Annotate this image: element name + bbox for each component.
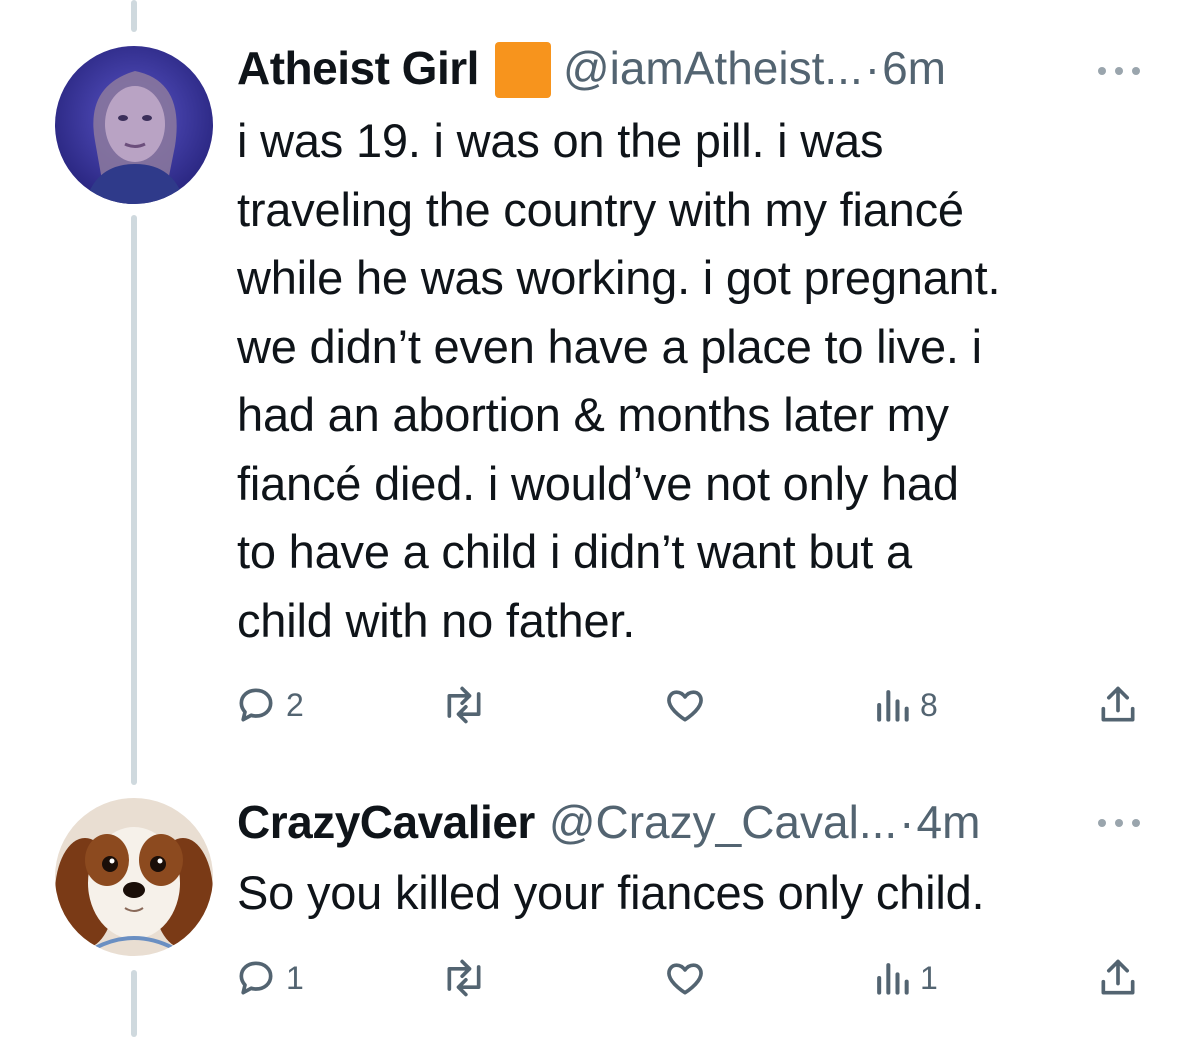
woman-portrait-avatar-icon bbox=[55, 46, 213, 204]
timestamp[interactable]: 6m bbox=[882, 41, 946, 95]
views-button[interactable]: 8 bbox=[872, 680, 938, 730]
view-count: 8 bbox=[920, 686, 938, 723]
tweet-text-line: to have a child i didn’t want but a bbox=[237, 525, 912, 578]
display-name[interactable]: Atheist Girl bbox=[237, 41, 479, 95]
user-handle[interactable]: @Crazy_Caval... bbox=[549, 795, 897, 849]
separator-dot: · bbox=[864, 42, 881, 94]
heart-icon bbox=[667, 963, 703, 995]
reply-count: 2 bbox=[286, 686, 304, 723]
share-icon bbox=[1101, 686, 1135, 722]
heart-icon bbox=[667, 690, 703, 722]
separator-dot: · bbox=[899, 796, 915, 848]
views-icon bbox=[877, 690, 909, 722]
share-button[interactable] bbox=[1096, 680, 1140, 730]
timestamp[interactable]: 4m bbox=[917, 795, 981, 849]
avatar[interactable] bbox=[55, 46, 213, 204]
tweet-text-line: traveling the country with my fiancé bbox=[237, 182, 964, 236]
tweet-text-line: we didn’t even have a place to live. i bbox=[237, 319, 982, 373]
tweet-actions: 2 8 bbox=[234, 680, 1154, 730]
reply-count: 1 bbox=[286, 959, 304, 996]
reply-icon bbox=[239, 961, 273, 995]
tweet-text-line: had an abortion & months later my bbox=[237, 388, 949, 441]
more-options-icon[interactable] bbox=[1098, 64, 1140, 78]
tweet-text-line: i was 19. i was on the pill. i was bbox=[237, 114, 884, 167]
tweet-text-line: So you killed your fiances only child. bbox=[237, 866, 985, 919]
view-count: 1 bbox=[920, 959, 938, 996]
tweet-text: So you killed your fiances only child. bbox=[237, 859, 985, 928]
thread-line-top bbox=[131, 0, 137, 32]
tweet-text-line: fiancé died. i would’ve not only had bbox=[237, 456, 959, 510]
retweet-icon bbox=[447, 959, 481, 997]
thread-line-connector bbox=[131, 215, 137, 785]
user-handle[interactable]: @iamAtheist... bbox=[563, 41, 863, 95]
views-icon bbox=[877, 963, 909, 995]
tweet-actions: 1 1 bbox=[234, 953, 1154, 1003]
share-icon bbox=[1101, 959, 1135, 995]
like-button[interactable] bbox=[662, 953, 716, 1003]
retweet-icon bbox=[447, 686, 481, 724]
retweet-button[interactable] bbox=[440, 680, 496, 730]
tweet-text: i was 19. i was on the pill. i was trave… bbox=[237, 107, 1001, 655]
tweet-text-line: while he was working. i got pregnant. bbox=[237, 251, 1001, 304]
tweet-header: Atheist Girl @iamAtheist... · 6m bbox=[237, 38, 946, 98]
tweet-header: CrazyCavalier @Crazy_Caval... · 4m bbox=[237, 792, 980, 852]
orange-square-badge-icon bbox=[494, 42, 551, 98]
cavalier-dog-avatar-icon bbox=[55, 798, 213, 956]
retweet-button[interactable] bbox=[440, 953, 496, 1003]
share-button[interactable] bbox=[1096, 953, 1140, 1003]
tweet-text-line: child with no father. bbox=[237, 593, 636, 647]
avatar[interactable] bbox=[55, 798, 213, 956]
display-name[interactable]: CrazyCavalier bbox=[237, 795, 535, 849]
reply-button[interactable]: 1 bbox=[234, 953, 304, 1003]
reply-icon bbox=[239, 688, 273, 722]
more-options-icon[interactable] bbox=[1098, 816, 1140, 830]
thread-line-bottom bbox=[131, 970, 137, 1037]
reply-button[interactable]: 2 bbox=[234, 680, 304, 730]
views-button[interactable]: 1 bbox=[872, 953, 938, 1003]
like-button[interactable] bbox=[662, 680, 716, 730]
